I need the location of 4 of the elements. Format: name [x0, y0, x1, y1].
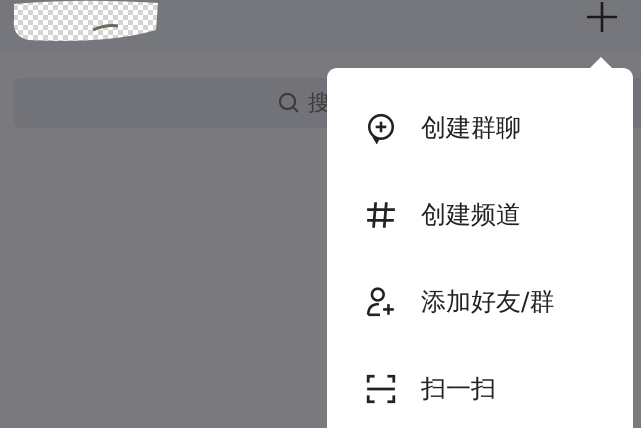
menu-item-label: 添加好友/群 — [421, 286, 554, 318]
menu-item-label: 创建群聊 — [421, 112, 521, 144]
menu-item-label: 扫一扫 — [421, 373, 496, 405]
menu-item-label: 创建频道 — [421, 199, 521, 231]
